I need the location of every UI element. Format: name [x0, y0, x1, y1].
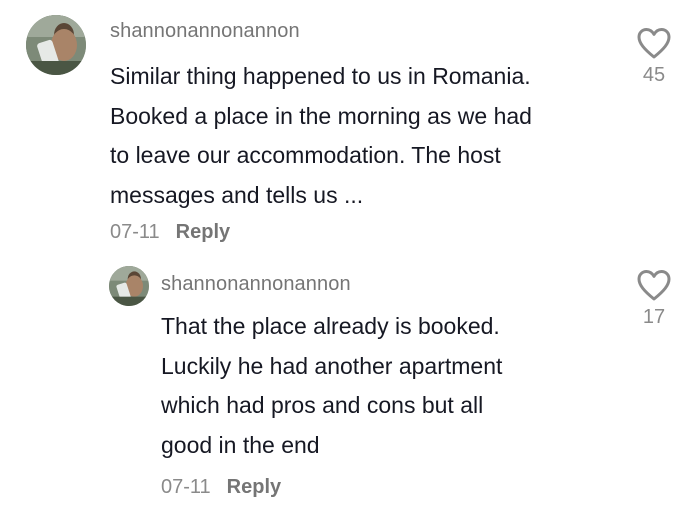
comment-text-line: Similar thing happened to us in Romania. — [110, 63, 531, 89]
like-button[interactable]: 17 — [634, 269, 674, 329]
reply-button[interactable]: Reply — [176, 221, 230, 244]
comment-text-line: which had pros and cons but all — [161, 392, 484, 418]
like-button[interactable]: 45 — [634, 27, 674, 87]
comment-username[interactable]: shannonannonannon — [161, 273, 351, 296]
comment-text-line: messages and tells us ... — [110, 181, 364, 208]
comment-text-line: to leave our accommodation. The host — [110, 142, 501, 168]
like-count: 17 — [642, 306, 666, 328]
avatar-photo-icon — [109, 266, 149, 306]
heart-outline-icon — [637, 28, 671, 59]
comment-text: Similar thing happened to us in Romania.… — [110, 57, 620, 215]
comment-text-line: good in the end — [161, 431, 320, 458]
comment-text: That the place already is booked. Luckil… — [161, 307, 591, 465]
comment-date: 07-11 — [110, 221, 160, 243]
comment-date: 07-11 — [161, 476, 211, 498]
heart-outline-icon — [637, 270, 671, 301]
avatar[interactable] — [26, 15, 86, 75]
comment-meta: 07-11 Reply — [110, 221, 230, 244]
avatar-photo-icon — [26, 15, 86, 75]
like-count: 45 — [642, 64, 666, 86]
reply-button[interactable]: Reply — [227, 476, 281, 499]
comment-text-line: Booked a place in the morning as we had — [110, 102, 532, 129]
comment-text-line: Luckily he had another apartment — [161, 352, 503, 379]
comment-text-line: That the place already is booked. — [161, 313, 500, 339]
comment-meta: 07-11 Reply — [161, 476, 281, 499]
comment-thread: shannonannonannon Similar thing happened… — [0, 0, 700, 514]
avatar[interactable] — [109, 266, 149, 306]
comment-username[interactable]: shannonannonannon — [110, 20, 300, 43]
